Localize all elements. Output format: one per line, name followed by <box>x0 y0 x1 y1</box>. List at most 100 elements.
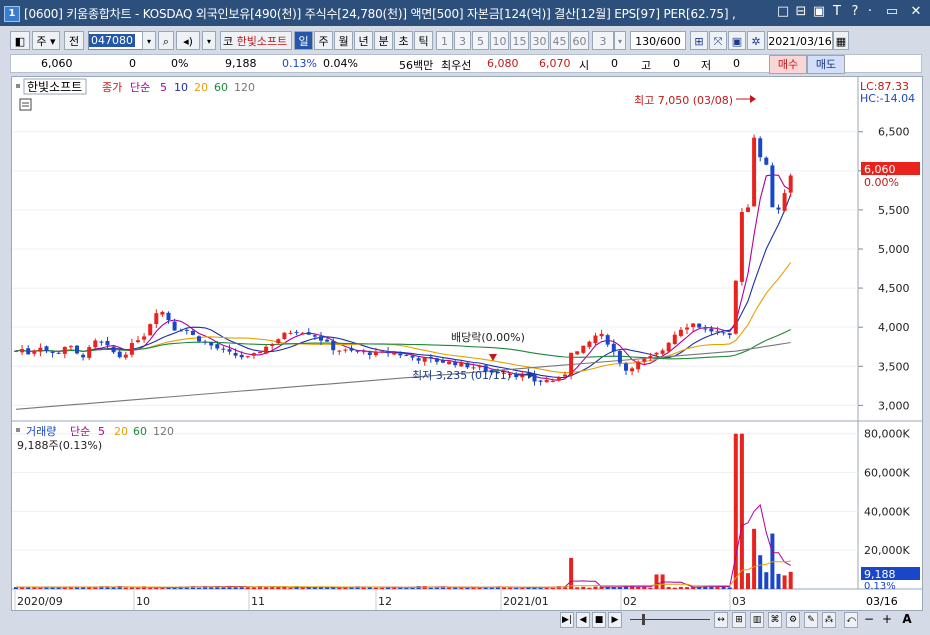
candle-body <box>715 330 720 332</box>
settings-icon[interactable]: ⚙ <box>786 612 800 628</box>
volume-bar <box>148 587 153 589</box>
close-label: 종가 <box>102 81 122 94</box>
minute-option[interactable]: 15 <box>510 31 529 50</box>
search-icon[interactable]: ⌕ <box>158 31 174 50</box>
stock-chart[interactable]: 한빛소프트 종가 단순 5 10 20 60 120 3,000 3,500 4,0… <box>12 77 922 610</box>
save-icon[interactable]: ▣ <box>728 31 746 50</box>
buy-button[interactable]: 매수 <box>769 55 807 74</box>
panel-marker-icon <box>16 84 20 88</box>
tool-icon[interactable]: ✎ <box>804 612 818 628</box>
window-control-icon[interactable]: · <box>862 4 878 20</box>
prev-button[interactable]: 전 <box>64 31 84 50</box>
plus-icon[interactable]: + <box>880 612 894 628</box>
grid-icon[interactable]: ⌘ <box>768 612 782 628</box>
current-price: 6,060 <box>41 57 73 70</box>
speaker-dropdown-icon[interactable]: ▾ <box>202 31 216 50</box>
volume-bar <box>380 587 384 589</box>
minute-option[interactable]: 60 <box>570 31 589 50</box>
stop-icon[interactable]: ■ <box>592 612 606 628</box>
candle-body <box>197 336 201 342</box>
scroll-left-icon[interactable]: ◀ <box>576 612 590 628</box>
minute-option[interactable]: 1 <box>436 31 453 50</box>
scroll-controls: ▶| ◀ ■ ▶ ↔ ⊞ ▥ ⌘ ⚙ ✎ ⁂ ⤺ − + A <box>10 610 922 630</box>
help-icon[interactable]: ? <box>847 4 863 20</box>
sell-button[interactable]: 매도 <box>807 55 845 74</box>
volume-bar <box>459 587 464 589</box>
y-tick-label: 3,500 <box>878 360 910 373</box>
minute-option[interactable]: 30 <box>530 31 549 50</box>
period-second[interactable]: 초 <box>394 31 413 50</box>
volume-bar <box>587 587 592 589</box>
candle-body <box>215 344 220 349</box>
candle-body <box>160 311 165 315</box>
open-value: 0 <box>611 57 618 70</box>
minus-icon[interactable]: − <box>862 612 876 628</box>
font-size-icon[interactable]: A <box>900 612 914 628</box>
calendar-icon[interactable]: ▦ <box>833 31 849 50</box>
current-price-tag-text: 6,060 <box>864 163 896 176</box>
high-value: 0 <box>673 57 680 70</box>
volume-bar <box>788 571 793 589</box>
minute-option[interactable]: 10 <box>490 31 509 50</box>
calculator-icon[interactable] <box>19 98 32 111</box>
y-tick-label: 3,000 <box>878 399 910 412</box>
x-tick-label: 02 <box>623 595 637 608</box>
candle-body <box>117 351 122 358</box>
volume-bar <box>550 587 555 589</box>
vol-tick-label: 40,000K <box>864 505 910 518</box>
period-week[interactable]: 주 <box>314 31 333 50</box>
pattern-icon[interactable]: ⁂ <box>822 612 836 628</box>
period-year[interactable]: 년 <box>354 31 373 50</box>
chart-tool-icon[interactable]: ⤧ <box>709 31 727 50</box>
reset-icon[interactable]: ⤺ <box>844 612 858 628</box>
count-input[interactable]: 130/600 <box>630 31 686 50</box>
period-tick[interactable]: 틱 <box>414 31 433 50</box>
date-input[interactable]: 2021/03/16 <box>767 31 833 50</box>
candle-body <box>422 357 427 362</box>
speaker-icon[interactable]: ◂) <box>176 31 200 50</box>
quote-bar: 6,060 0 0% 9,188 0.13% 0.04% 56백만 최우선 6,… <box>10 54 922 74</box>
x-tick-label: 03 <box>732 595 746 608</box>
volume-bar <box>752 528 757 589</box>
period-unit-select[interactable]: 주 ▾ <box>32 31 60 50</box>
close-icon[interactable]: ✕ <box>908 4 924 20</box>
code-dropdown-icon[interactable]: ▾ <box>142 31 156 50</box>
zoom-in-icon[interactable]: ⊞ <box>732 612 746 628</box>
scroll-end-icon[interactable]: ▶| <box>560 612 574 628</box>
candle-body <box>221 348 226 350</box>
window-control-icon[interactable]: □ <box>775 4 791 20</box>
period-day[interactable]: 일 <box>294 31 313 50</box>
candle-body <box>38 347 43 352</box>
font-icon[interactable]: T <box>829 4 845 20</box>
zoom-out-icon[interactable]: ↔ <box>714 612 728 628</box>
window-control-icon[interactable]: ⊟ <box>793 4 809 20</box>
interval-select[interactable]: 3 <box>592 31 614 50</box>
period-minute[interactable]: 분 <box>374 31 393 50</box>
window-control-icon[interactable]: ▣ <box>811 4 827 20</box>
minute-option[interactable]: 5 <box>472 31 489 50</box>
scroll-right-icon[interactable]: ▶ <box>608 612 622 628</box>
volume-bar <box>160 587 165 589</box>
restore-icon[interactable]: ▭ <box>884 4 900 20</box>
interval-dropdown-icon[interactable]: ▾ <box>614 31 626 50</box>
stock-name-field[interactable]: 코 한빛소프트 <box>220 31 292 50</box>
candle-body <box>563 374 567 377</box>
vol-ma-60: 60 <box>133 425 147 438</box>
zoom-slider-handle[interactable] <box>642 614 645 625</box>
period-month[interactable]: 월 <box>334 31 353 50</box>
volume-bar <box>727 587 732 589</box>
chart-area[interactable]: 한빛소프트 종가 단순 5 10 20 60 120 3,000 3,500 4,0… <box>11 76 923 611</box>
vol-ma-line-20 <box>16 560 791 588</box>
gear-icon[interactable]: ✲ <box>747 31 765 50</box>
y-tick-label: 4,500 <box>878 282 910 295</box>
volume-bar <box>581 586 586 589</box>
layout-icon[interactable]: ◧ <box>10 31 30 50</box>
chart-tool-icon[interactable]: ⊞ <box>690 31 708 50</box>
candle-body <box>392 352 397 355</box>
chart-type-icon[interactable]: ▥ <box>750 612 764 628</box>
minute-option[interactable]: 3 <box>454 31 471 50</box>
volume-bar <box>373 587 378 589</box>
minute-option[interactable]: 45 <box>550 31 569 50</box>
candle-body <box>410 355 415 358</box>
best-quote-label: 최우선 <box>441 59 472 72</box>
